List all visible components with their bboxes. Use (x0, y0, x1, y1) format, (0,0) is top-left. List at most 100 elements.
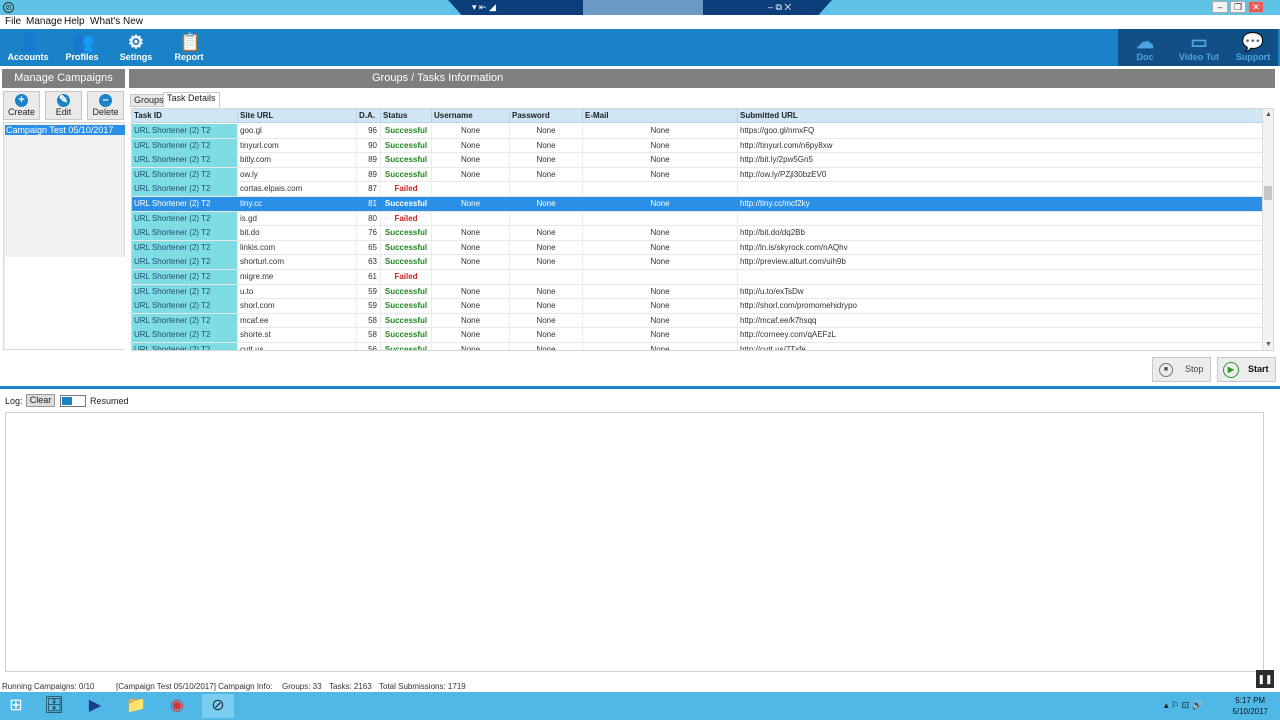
start-icon[interactable]: ⊞ (0, 694, 32, 718)
cell-username: None (432, 197, 510, 211)
remote-bar-right-icons[interactable]: – ⧉ ✕ (768, 2, 791, 13)
table-row[interactable]: URL Shortener (2) T2 migre.me 61 Failed (132, 270, 1263, 285)
user-icon: 👤 (18, 32, 41, 52)
status-running: Running Campaigns: 0/10 (2, 682, 95, 691)
video-tut-button[interactable]: ▭ Video Tut (1172, 31, 1226, 65)
cell-username (432, 211, 510, 226)
cell-username: None (432, 167, 510, 182)
cell-password: None (510, 240, 583, 255)
cell-username: None (432, 153, 510, 168)
resumed-toggle[interactable] (60, 395, 86, 407)
start-button[interactable]: ▶ Start (1217, 357, 1276, 382)
cell-submitted-url: http://ow.ly/PZjl30bzEV0 (738, 167, 1263, 182)
cell-password: None (510, 197, 583, 211)
profiles-button[interactable]: 👥 Profiles (57, 31, 107, 65)
cell-site-url: bit.do (238, 226, 357, 241)
cell-task-id: URL Shortener (2) T2 (132, 226, 238, 241)
cell-email (583, 270, 738, 284)
column-header-username[interactable]: Username (432, 109, 510, 123)
table-row[interactable]: URL Shortener (2) T2 cutt.us 56 Successful N… (132, 343, 1263, 350)
cell-da: 81 (357, 197, 381, 211)
grid-vertical-scrollbar[interactable]: ▲ ▼ (1262, 109, 1273, 350)
main-toolbar: 👤 Accounts 👥 Profiles ⚙ Setings 📋 Report… (0, 29, 1280, 66)
table-row[interactable]: URL Shortener (2) T2 tinyurl.com 90 Success… (132, 138, 1263, 154)
table-row[interactable]: URL Shortener (2) T2 mcaf.ee 58 Successful N… (132, 313, 1263, 329)
tab-task-details[interactable]: Task Details (163, 92, 220, 107)
support-button[interactable]: 💬 Support (1226, 31, 1280, 65)
delete-button[interactable]: – Delete (87, 91, 124, 120)
stop-button[interactable]: ■ Stop (1152, 357, 1211, 382)
close-button[interactable]: ✕ (1248, 1, 1264, 13)
windows-taskbar: ⊞ 🗄 ▶ 📁 ◉ ⊘ ▴ ⚐ ⊡ 🔊 5:17 PM 5/10/2017 (0, 692, 1280, 720)
accounts-button[interactable]: 👤 Accounts (3, 31, 53, 65)
taskbar-clock[interactable]: 5:17 PM 5/10/2017 (1232, 695, 1268, 717)
cell-username: None (432, 328, 510, 343)
tab-groups[interactable]: Groups (130, 94, 168, 107)
cell-task-id: URL Shortener (2) T2 (132, 167, 238, 182)
column-header-password[interactable]: Password (510, 109, 583, 123)
scroll-down-icon[interactable]: ▼ (1265, 341, 1272, 348)
table-row[interactable]: URL Shortener (2) T2 tiny.cc 81 Successful N… (132, 197, 1263, 212)
minimize-button[interactable]: – (1212, 1, 1228, 13)
menu-file[interactable]: File (5, 16, 21, 27)
report-button[interactable]: 📋 Report (164, 31, 214, 65)
chrome-icon[interactable]: ◉ (161, 694, 193, 718)
report-label: Report (174, 52, 204, 62)
column-header-da[interactable]: D.A. (357, 109, 381, 123)
server-manager-icon[interactable]: 🗄 (38, 694, 70, 718)
status-tasks: Tasks: 2163 (329, 682, 372, 691)
doc-button[interactable]: ☁ Doc (1118, 31, 1172, 65)
log-output[interactable] (5, 412, 1264, 672)
clear-button[interactable]: Clear (26, 394, 55, 407)
table-row[interactable]: URL Shortener (2) T2 bit.do 76 Successful No… (132, 226, 1263, 241)
column-header-email[interactable]: E-Mail (583, 109, 738, 123)
cell-da: 59 (357, 299, 381, 314)
table-row[interactable]: URL Shortener (2) T2 bitly.com 89 Successfu… (132, 153, 1263, 168)
menu-manage[interactable]: Manage (26, 16, 62, 27)
table-row[interactable]: URL Shortener (2) T2 u.to 59 Successful None… (132, 284, 1263, 300)
delete-label: Delete (92, 107, 119, 117)
table-row[interactable]: URL Shortener (2) T2 cortas.elpais.com 87 F… (132, 182, 1263, 197)
video-icon: ▭ (1190, 32, 1208, 52)
active-app-icon[interactable]: ⊘ (202, 694, 234, 718)
scroll-thumb[interactable] (1264, 186, 1272, 200)
menu-bar: File Manage Help What's New (0, 15, 1280, 29)
cell-da: 58 (357, 313, 381, 328)
table-row[interactable]: URL Shortener (2) T2 linkis.com 65 Successf… (132, 240, 1263, 256)
table-row[interactable]: URL Shortener (2) T2 shorte.st 58 Successfu… (132, 328, 1263, 343)
remote-bar-left-icons[interactable]: ▾ ⇤ ◢ (472, 2, 496, 13)
column-header-site-url[interactable]: Site URL (238, 109, 357, 123)
cell-da: 89 (357, 167, 381, 182)
cell-submitted-url: http://mcaf.ee/k7hsqq (738, 313, 1263, 328)
table-row[interactable]: URL Shortener (2) T2 goo.gl 96 Successful No… (132, 124, 1263, 139)
maximize-button[interactable]: ❐ (1230, 1, 1246, 13)
cell-password: None (510, 167, 583, 182)
cell-username: None (432, 299, 510, 314)
table-row[interactable]: URL Shortener (2) T2 ow.ly 89 Successful Non… (132, 167, 1263, 183)
table-row[interactable]: URL Shortener (2) T2 shorl.com 59 Successfu… (132, 299, 1263, 314)
cell-submitted-url: http://cutt.us/7Txfe (738, 343, 1263, 350)
scroll-up-icon[interactable]: ▲ (1265, 111, 1272, 118)
create-button[interactable]: + Create (3, 91, 40, 120)
profiles-label: Profiles (65, 52, 99, 62)
create-label: Create (7, 107, 35, 117)
pause-button[interactable]: ❚❚ (1256, 670, 1274, 688)
cell-email: None (583, 299, 738, 314)
settings-button[interactable]: ⚙ Setings (111, 31, 161, 65)
video-tut-label: Video Tut (1178, 52, 1220, 62)
start-label: Start (1248, 364, 1269, 374)
powershell-icon[interactable]: ▶ (79, 694, 111, 718)
column-header-task-id[interactable]: Task ID (132, 109, 238, 123)
column-header-submitted-url[interactable]: Submitted URL (738, 109, 1263, 123)
column-header-status[interactable]: Status (381, 109, 432, 123)
table-row[interactable]: URL Shortener (2) T2 shorturl.com 63 Succes… (132, 255, 1263, 270)
menu-whats-new[interactable]: What's New (90, 16, 143, 27)
campaign-item[interactable]: Campaign Test 05/10/2017 (5, 125, 125, 135)
edit-button[interactable]: ✎ Edit (45, 91, 82, 120)
system-tray[interactable]: ▴ ⚐ ⊡ 🔊 (1164, 700, 1203, 711)
file-explorer-icon[interactable]: 📁 (120, 694, 152, 718)
cell-da: 61 (357, 270, 381, 284)
table-row[interactable]: URL Shortener (2) T2 is.gd 80 Failed (132, 211, 1263, 227)
menu-help[interactable]: Help (64, 16, 85, 27)
cell-task-id: URL Shortener (2) T2 (132, 343, 238, 350)
